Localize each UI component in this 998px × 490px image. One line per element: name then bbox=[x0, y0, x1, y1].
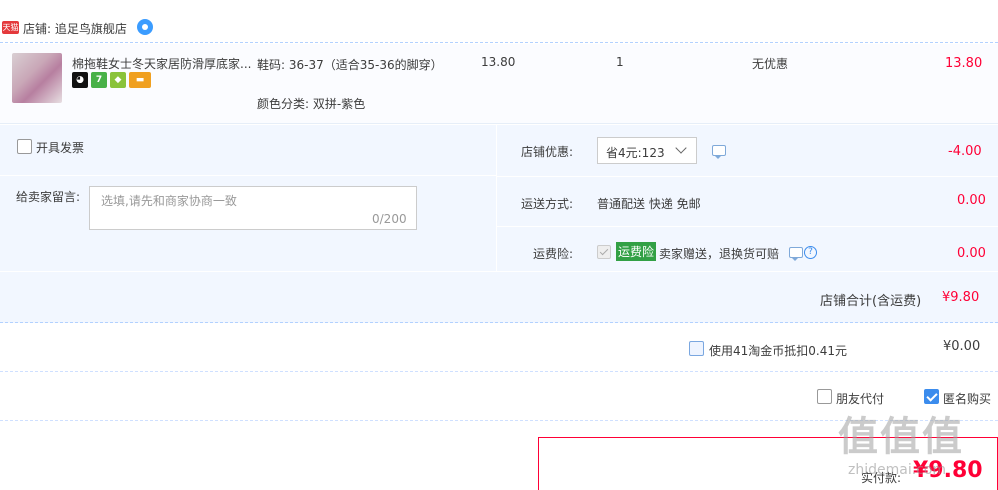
item-quantity: 1 bbox=[616, 55, 624, 69]
insurance-chat-icon[interactable] bbox=[789, 247, 803, 261]
item-unit-price: 13.80 bbox=[481, 55, 516, 69]
item-service-icons: ◕ 7 ◆ ▬ bbox=[72, 72, 151, 89]
watermark-url: zhidemai.com bbox=[848, 462, 947, 478]
insurance-text: 卖家赠送，退换货可赔 bbox=[659, 247, 780, 261]
help-icon[interactable]: ? bbox=[804, 246, 817, 259]
insurance-checkbox bbox=[597, 245, 611, 259]
credit-card-icon[interactable]: ▬ bbox=[129, 72, 151, 88]
item-promo: 无优惠 bbox=[752, 57, 789, 71]
message-placeholder: 选填,请先和商家协商一致 bbox=[101, 194, 237, 208]
right-panel-divider-1 bbox=[497, 176, 998, 177]
panel-divider bbox=[496, 125, 497, 271]
coin-value: ¥0.00 bbox=[943, 339, 981, 354]
insurance-value: 0.00 bbox=[957, 246, 986, 261]
shop-total-value: ¥9.80 bbox=[942, 290, 980, 305]
coin-checkbox[interactable] bbox=[689, 341, 704, 356]
shop-discount-selected: 省4元:123 bbox=[606, 146, 665, 160]
anonymous-checkbox[interactable] bbox=[924, 389, 939, 404]
shipping-value: 0.00 bbox=[957, 193, 986, 208]
left-panel-divider bbox=[0, 175, 496, 176]
shipping-label: 运送方式: bbox=[521, 197, 574, 211]
shop-total-label: 店铺合计(含运费) bbox=[820, 294, 922, 309]
watermark-logo: 值值值 bbox=[838, 414, 964, 460]
invoice-label[interactable]: 开具发票 bbox=[36, 139, 84, 156]
friend-pay-checkbox[interactable] bbox=[817, 389, 832, 404]
right-panel-divider-2 bbox=[497, 226, 998, 227]
item-sku-color: 颜色分类: 双拼-紫色 bbox=[257, 97, 366, 111]
message-label: 给卖家留言: bbox=[16, 190, 81, 204]
item-sku-size: 鞋码: 36-37（适合35-36的脚穿） bbox=[257, 58, 443, 72]
shop-discount-value: -4.00 bbox=[948, 144, 982, 159]
item-subtotal: 13.80 bbox=[945, 56, 983, 71]
taobao-coin-row bbox=[0, 324, 998, 372]
seven-day-return-icon[interactable]: 7 bbox=[91, 72, 107, 88]
shipping-method: 普通配送 快递 免邮 bbox=[597, 197, 701, 211]
insurance-tag: 运费险 bbox=[616, 242, 657, 261]
insurance-label: 运费险: bbox=[533, 247, 574, 261]
coin-label[interactable]: 使用41淘金币抵扣0.41元 bbox=[709, 342, 847, 359]
cat-icon[interactable]: ◕ bbox=[72, 72, 88, 88]
tmall-badge-icon: 天猫 bbox=[2, 21, 19, 34]
shop-discount-label: 店铺优惠: bbox=[521, 145, 574, 159]
message-char-count: 0/200 bbox=[372, 212, 407, 226]
shop-name-link[interactable]: 店铺: 追足鸟旗舰店 bbox=[23, 20, 127, 37]
shield-icon[interactable]: ◆ bbox=[110, 72, 126, 88]
discount-info-chat-icon[interactable] bbox=[712, 145, 726, 159]
item-thumbnail[interactable] bbox=[12, 53, 62, 103]
item-title-link[interactable]: 棉拖鞋女士冬天家居防滑厚底家... bbox=[72, 55, 252, 72]
invoice-checkbox[interactable] bbox=[17, 139, 32, 154]
chat-seller-icon[interactable] bbox=[137, 19, 153, 35]
